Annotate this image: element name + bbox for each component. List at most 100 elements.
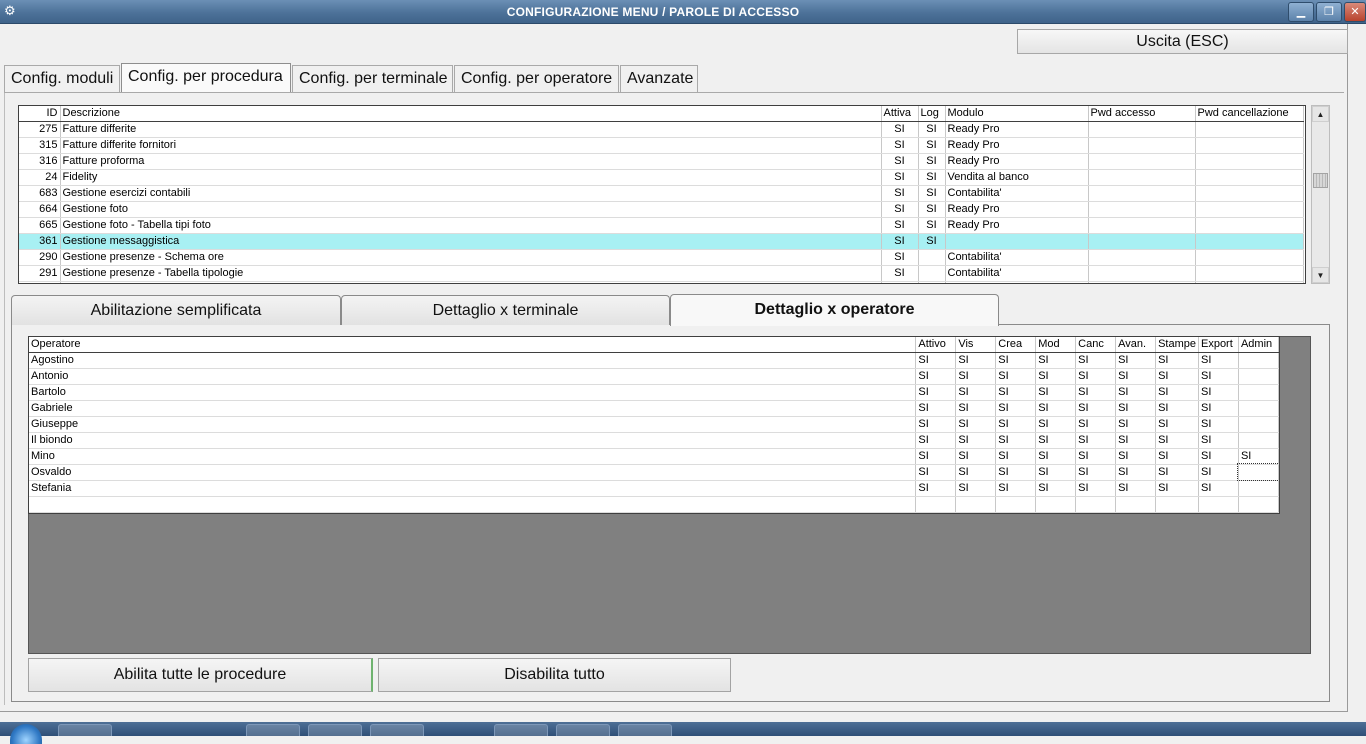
table-row[interactable]: Il biondo SI SI SI SI SI SI SI SI: [29, 432, 1279, 449]
cell-crea[interactable]: SI: [995, 480, 1037, 497]
cell-attivo[interactable]: SI: [915, 352, 957, 369]
enable-all-button[interactable]: Abilita tutte le procedure: [28, 658, 373, 692]
cell-modulo[interactable]: Ready Pro: [945, 137, 1089, 154]
cell-modulo[interactable]: Contabilita': [945, 249, 1089, 266]
cell-pwd-cancellazione[interactable]: [1195, 121, 1304, 138]
cell-vis[interactable]: SI: [955, 432, 997, 449]
procedures-scrollbar[interactable]: ▲ ▼: [1311, 105, 1330, 284]
cell-avan[interactable]: SI: [1115, 352, 1157, 369]
cell-avan[interactable]: SI: [1115, 432, 1157, 449]
cell-modulo[interactable]: Ready Pro: [945, 121, 1089, 138]
cell-canc[interactable]: SI: [1075, 352, 1117, 369]
cell-operatore[interactable]: Il biondo: [29, 432, 917, 449]
cell-attiva[interactable]: SI: [881, 265, 919, 282]
cell-attiva[interactable]: SI: [881, 201, 919, 218]
cell-attivo[interactable]: SI: [915, 464, 957, 481]
tab-config-per-terminale[interactable]: Config. per terminale: [292, 65, 453, 93]
cell-crea[interactable]: SI: [995, 368, 1037, 385]
cell-id[interactable]: 315: [19, 137, 61, 154]
cell-stampe[interactable]: SI: [1155, 448, 1199, 465]
table-row[interactable]: Bartolo SI SI SI SI SI SI SI SI: [29, 384, 1279, 401]
table-row[interactable]: 315 Fatture differite fornitori SI SI Ready …: [19, 137, 1304, 154]
col-header-id[interactable]: ID: [19, 106, 61, 122]
table-row[interactable]: Stefania SI SI SI SI SI SI SI SI: [29, 480, 1279, 497]
cell-descrizione[interactable]: Gestione foto: [60, 201, 882, 218]
cell-operatore[interactable]: Antonio: [29, 368, 917, 385]
col-header-descrizione[interactable]: Descrizione: [60, 106, 882, 122]
taskbar-item[interactable]: [494, 724, 548, 736]
table-row[interactable]: 664 Gestione foto SI SI Ready Pro: [19, 201, 1304, 218]
cell-admin[interactable]: [1238, 384, 1279, 401]
cell-vis[interactable]: SI: [955, 464, 997, 481]
operators-grid[interactable]: Operatore Attivo Vis Crea Mod Canc Avan.…: [28, 336, 1280, 514]
cell-canc[interactable]: SI: [1075, 416, 1117, 433]
cell-stampe[interactable]: SI: [1155, 400, 1199, 417]
table-row[interactable]: 316 Fatture proforma SI SI Ready Pro: [19, 153, 1304, 170]
cell-avan[interactable]: SI: [1115, 368, 1157, 385]
cell-crea[interactable]: SI: [995, 400, 1037, 417]
col-header-crea[interactable]: Crea: [995, 337, 1037, 353]
cell-attivo[interactable]: SI: [915, 368, 957, 385]
table-row[interactable]: 683 Gestione esercizi contabili SI SI Contab…: [19, 185, 1304, 202]
tab-config-moduli[interactable]: Config. moduli: [4, 65, 120, 93]
cell-operatore[interactable]: Osvaldo: [29, 464, 917, 481]
cell-pwd-cancellazione[interactable]: [1195, 201, 1304, 218]
cell-avan[interactable]: SI: [1115, 480, 1157, 497]
cell-attiva[interactable]: SI: [881, 121, 919, 138]
cell-modulo[interactable]: Contabilita': [945, 185, 1089, 202]
cell-pwd-accesso[interactable]: [1088, 153, 1196, 170]
cell-mod[interactable]: SI: [1035, 464, 1077, 481]
cell-pwd-accesso[interactable]: [1088, 137, 1196, 154]
cell-vis[interactable]: SI: [955, 384, 997, 401]
cell-canc[interactable]: SI: [1075, 368, 1117, 385]
cell-attivo[interactable]: SI: [915, 480, 957, 497]
taskbar-item[interactable]: [58, 724, 112, 736]
cell-log[interactable]: SI: [918, 121, 946, 138]
cell-mod[interactable]: SI: [1035, 432, 1077, 449]
cell-log[interactable]: SI: [918, 233, 946, 250]
taskbar-item[interactable]: [618, 724, 672, 736]
cell-pwd-cancellazione[interactable]: [1195, 137, 1304, 154]
cell-stampe[interactable]: SI: [1155, 464, 1199, 481]
cell-attiva[interactable]: SI: [881, 185, 919, 202]
cell-admin[interactable]: [1237, 463, 1279, 481]
col-header-stampe[interactable]: Stampe: [1155, 337, 1199, 353]
scroll-down-icon[interactable]: ▼: [1312, 267, 1329, 283]
cell-mod[interactable]: SI: [1035, 448, 1077, 465]
taskbar-item[interactable]: [556, 724, 610, 736]
cell-id[interactable]: 665: [19, 217, 61, 234]
cell-canc[interactable]: SI: [1075, 480, 1117, 497]
col-header-export[interactable]: Export: [1198, 337, 1239, 353]
cell-avan[interactable]: SI: [1115, 384, 1157, 401]
cell-descrizione[interactable]: Gestione esercizi contabili: [60, 185, 882, 202]
table-row[interactable]: 291 Gestione presenze - Tabella tipologie…: [19, 265, 1304, 282]
col-header-operatore[interactable]: Operatore: [29, 337, 917, 353]
cell-admin[interactable]: [1238, 416, 1279, 433]
cell-stampe[interactable]: SI: [1155, 432, 1199, 449]
cell-modulo[interactable]: [945, 233, 1089, 250]
taskbar-item[interactable]: [308, 724, 362, 736]
cell-avan[interactable]: SI: [1115, 416, 1157, 433]
table-row[interactable]: Osvaldo SI SI SI SI SI SI SI SI: [29, 463, 1279, 481]
cell-export[interactable]: SI: [1198, 400, 1239, 417]
col-header-log[interactable]: Log: [918, 106, 946, 122]
cell-crea[interactable]: SI: [995, 352, 1037, 369]
cell-log[interactable]: SI: [918, 201, 946, 218]
cell-attivo[interactable]: SI: [915, 416, 957, 433]
cell-operatore[interactable]: Bartolo: [29, 384, 917, 401]
cell-operatore[interactable]: Agostino: [29, 352, 917, 369]
col-header-avan[interactable]: Avan.: [1115, 337, 1157, 353]
cell-pwd-cancellazione[interactable]: [1195, 249, 1304, 266]
cell-mod[interactable]: SI: [1035, 400, 1077, 417]
cell-canc[interactable]: SI: [1075, 464, 1117, 481]
cell-descrizione[interactable]: Fatture differite fornitori: [60, 137, 882, 154]
cell-stampe[interactable]: SI: [1155, 352, 1199, 369]
cell-log[interactable]: [918, 265, 946, 282]
cell-id[interactable]: 664: [19, 201, 61, 218]
cell-descrizione[interactable]: Fidelity: [60, 169, 882, 186]
cell-log[interactable]: SI: [918, 169, 946, 186]
table-row[interactable]: Antonio SI SI SI SI SI SI SI SI: [29, 368, 1279, 385]
cell-pwd-accesso[interactable]: [1088, 217, 1196, 234]
cell-id[interactable]: 290: [19, 249, 61, 266]
cell-admin[interactable]: [1238, 432, 1279, 449]
